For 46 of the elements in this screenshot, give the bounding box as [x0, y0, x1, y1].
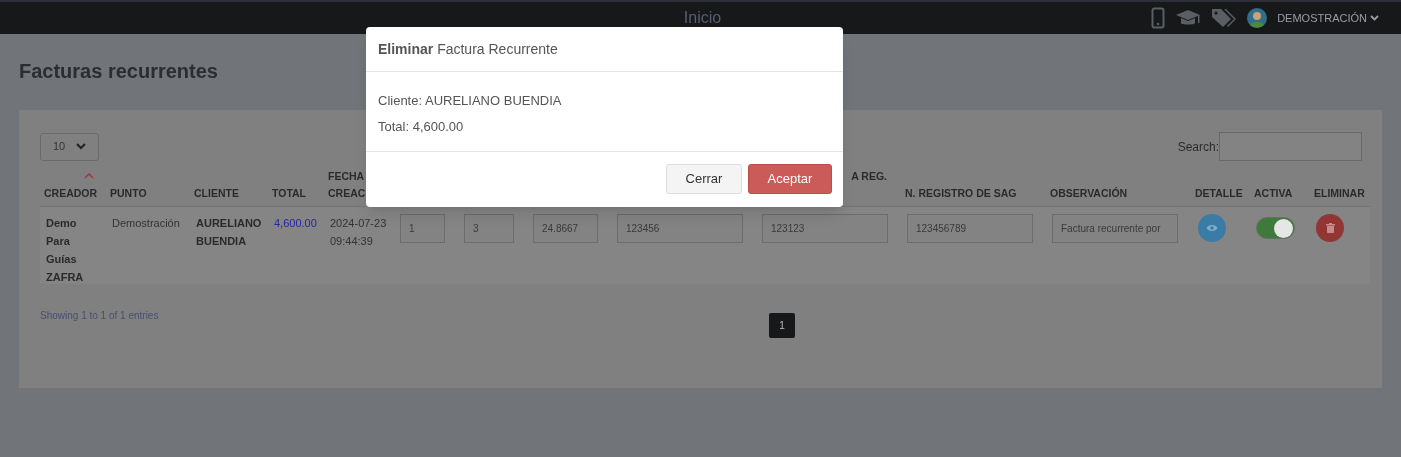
delete-button[interactable]	[1316, 214, 1344, 242]
view-button[interactable]	[1198, 214, 1226, 242]
column-header[interactable]: N. REGISTRO DE SAG	[905, 185, 1042, 202]
close-button[interactable]: Cerrar	[666, 164, 742, 194]
sort-ascending-icon[interactable]	[84, 173, 94, 179]
trash-icon	[1325, 223, 1335, 233]
column-header[interactable]: CREADOR	[44, 185, 102, 202]
header-title: Inicio	[682, 8, 722, 28]
column-header[interactable]: ACTIVA	[1254, 185, 1306, 202]
avatar-icon[interactable]	[1247, 8, 1268, 28]
search-label: Search:	[1177, 138, 1219, 156]
column-header[interactable]: TOTAL	[272, 185, 320, 202]
modal-text: Cliente: AURELIANO BUENDIA	[378, 92, 563, 110]
column-header[interactable]: CLIENTE	[194, 185, 264, 202]
table-input-field[interactable]: Factura recurrente por	[1052, 214, 1178, 243]
modal-text: Total: 4,600.00	[378, 117, 465, 136]
table-input-field[interactable]: 123456	[617, 214, 743, 243]
table-cell-text: Demostración	[112, 216, 181, 231]
column-header[interactable]: A REG.	[851, 168, 897, 185]
active-toggle[interactable]	[1256, 217, 1295, 239]
tags-icon[interactable]	[1211, 7, 1238, 29]
table-cell-text: AURELIANO BUENDIA	[196, 216, 262, 249]
page-size-select[interactable]: 10	[40, 132, 99, 161]
chevron-down-icon	[76, 143, 86, 150]
modal-title: Eliminar Factura Recurrente	[366, 27, 843, 72]
total-link[interactable]: 4,600.00	[274, 214, 318, 232]
user-menu[interactable]: DEMOSTRACIÓN	[1277, 9, 1379, 27]
eye-icon	[1206, 224, 1218, 232]
table-input-field[interactable]: 1	[400, 214, 445, 243]
column-header[interactable]: PUNTO	[110, 185, 186, 202]
table-input-field[interactable]: 24.8667	[533, 214, 598, 243]
table-input-field[interactable]: 123123	[762, 214, 888, 243]
chevron-down-icon	[1370, 15, 1379, 21]
table-input-field[interactable]: 3	[464, 214, 514, 243]
table-cell-text: 2024-07-23 09:44:39	[330, 216, 388, 249]
search-field[interactable]	[1219, 132, 1362, 161]
table-input-field[interactable]: 123456789	[907, 214, 1033, 243]
column-header[interactable]: OBSERVACIÓN	[1050, 185, 1187, 202]
phone-icon[interactable]	[1151, 7, 1166, 29]
table-cell-text: Demo Para Guías ZAFRA	[46, 216, 85, 285]
column-header[interactable]: ELIMINAR	[1314, 185, 1366, 202]
page-title: Facturas recurrentes	[19, 59, 218, 84]
accept-button[interactable]: Aceptar	[748, 164, 832, 194]
column-header[interactable]: DETALLE	[1195, 185, 1246, 202]
page-button[interactable]: 1	[769, 313, 795, 338]
graduation-cap-icon[interactable]	[1175, 9, 1202, 27]
